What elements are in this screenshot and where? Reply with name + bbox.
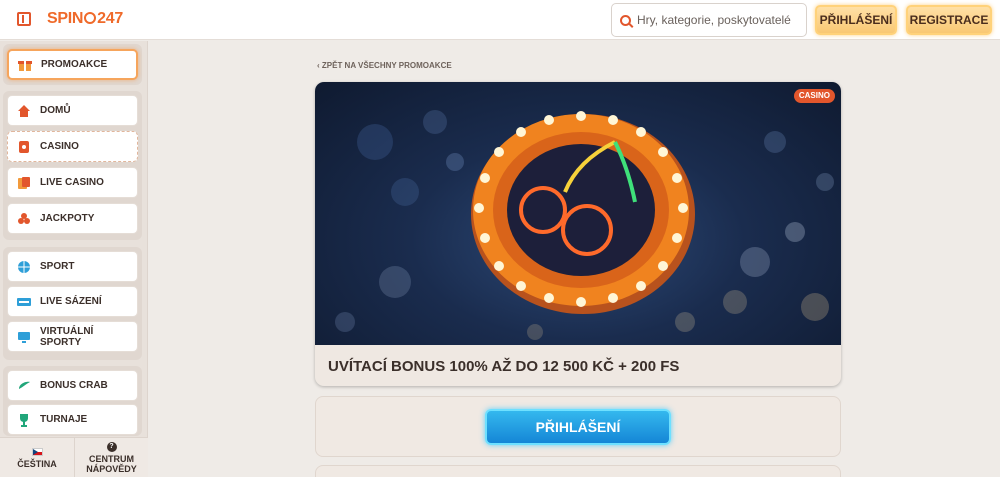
sidebar-item-sport[interactable]: SPORT [7, 251, 138, 282]
sidebar-item-turnaje[interactable]: TURNAJE [7, 404, 138, 435]
sport-ball-icon [17, 260, 31, 274]
czech-flag-icon [31, 447, 43, 456]
sidebar-item-jackpoty[interactable]: JACKPOTY [7, 203, 138, 234]
sidebar-item-label: PROMOAKCE [41, 59, 108, 70]
logo-chip-icon [84, 12, 97, 24]
sidebar-item-home[interactable]: DOMŮ [7, 95, 138, 126]
cherry-coin-illustration [335, 110, 834, 340]
sidebar-group-promo: PROMOAKCE [3, 44, 142, 85]
logo-text-left: SPIN [47, 10, 84, 27]
sidebar-item-label: DOMŮ [40, 105, 71, 116]
sidebar-item-label: BONUS CRAB [40, 380, 108, 391]
promo-login-button[interactable]: PŘIHLÁŠENÍ [485, 409, 671, 445]
search-input[interactable] [637, 13, 802, 27]
sidebar-item-casino[interactable]: CASINO [7, 131, 138, 162]
sidebar-item-virtual-sports[interactable]: VIRTUÁLNÍ SPORTY [7, 321, 138, 352]
sidebar-item-label: TURNAJE [40, 414, 88, 425]
live-betting-icon [17, 295, 31, 309]
register-button[interactable]: REGISTRACE [906, 5, 992, 35]
sidebar-item-bonus-crab[interactable]: BONUS CRAB [7, 370, 138, 401]
sidebar-item-promoakce[interactable]: PROMOAKCE [7, 49, 138, 80]
promo-title: UVÍTACÍ BONUS 100% AŽ DO 12 500 KČ + 200… [328, 358, 680, 375]
sidebar-item-live-sazeni[interactable]: LIVE SÁZENÍ [7, 286, 138, 317]
sidebar-item-label: LIVE CASINO [40, 177, 104, 188]
login-button[interactable]: PŘIHLÁŠENÍ [815, 5, 897, 35]
back-to-promotions-link[interactable]: ‹ ZPĚT NA VŠECHNY PROMOAKCE [317, 61, 452, 70]
casino-icon [17, 140, 31, 154]
sidebar-item-live-casino[interactable]: LIVE CASINO [7, 167, 138, 198]
promo-details-panel [315, 465, 841, 477]
sidebar: PROMOAKCE DOMŮ CASINO LIVE CASINO JACKPO… [0, 41, 148, 477]
trophy-icon [17, 413, 31, 427]
live-casino-icon [17, 176, 31, 190]
search-icon [620, 14, 631, 26]
sidebar-item-label: LIVE SÁZENÍ [40, 296, 102, 307]
logo-text-right: 247 [97, 10, 123, 27]
search-box[interactable] [611, 3, 807, 37]
virtual-sports-icon [17, 330, 31, 344]
category-badge: CASINO [793, 89, 835, 103]
promo-card: CASINO UVÍTACÍ BONUS 100% AŽ DO 12 500 K… [315, 82, 841, 386]
promo-banner-image: CASINO [315, 82, 841, 345]
sidebar-group-sport: SPORT LIVE SÁZENÍ VIRTUÁLNÍ SPORTY [3, 247, 142, 360]
sidebar-footer: ČEŠTINA ? CENTRUM NÁPOVĚDY [0, 437, 148, 477]
sidebar-item-label: CASINO [40, 141, 79, 152]
logo[interactable]: SPIN 247 [47, 10, 123, 28]
help-label-line2: NÁPOVĚDY [86, 464, 137, 474]
home-icon [17, 104, 31, 118]
help-icon: ? [106, 442, 117, 452]
login-cta-panel: PŘIHLÁŠENÍ [315, 396, 841, 457]
help-center-link[interactable]: ? CENTRUM NÁPOVĚDY [74, 438, 148, 477]
sidebar-group-extras: BONUS CRAB TURNAJE [3, 366, 142, 436]
gift-icon [18, 58, 32, 72]
sidebar-item-label: JACKPOTY [40, 213, 95, 224]
sidebar-group-casino: DOMŮ CASINO LIVE CASINO JACKPOTY [3, 91, 142, 240]
sidebar-item-label: SPORT [40, 261, 75, 272]
help-label-line1: CENTRUM [89, 454, 134, 464]
jackpot-icon [17, 212, 31, 226]
sidebar-item-label: VIRTUÁLNÍ SPORTY [40, 325, 94, 348]
language-label: ČEŠTINA [17, 458, 57, 469]
top-header: SPIN 247 PŘIHLÁŠENÍ REGISTRACE [0, 0, 1000, 40]
language-selector[interactable]: ČEŠTINA [0, 438, 74, 477]
bonus-crab-icon [17, 379, 31, 393]
sidebar-toggle-icon[interactable] [17, 12, 31, 26]
